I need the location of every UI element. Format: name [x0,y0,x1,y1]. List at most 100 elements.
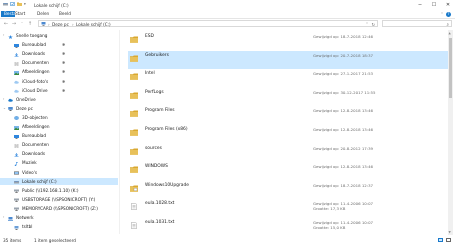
nav-item[interactable]: MEMORYCARD (\\SPSONICROFT) (Z:) [0,205,118,212]
nav-item-label: USBSTORAGE (\\SPSONICROFT) (Y:) [22,196,96,202]
nav-item[interactable]: Afbeeldingen [0,123,118,130]
file-meta: Gewijzigd op: 27-1-2017 21:53 [313,71,373,76]
address-dropdown-icon[interactable]: ˅ [366,22,368,27]
nav-item[interactable]: Bureaublad ✱ [0,41,118,48]
search-icon: ⌕ [446,22,449,28]
nav-item[interactable]: › OneDrive [0,96,118,103]
nav-item-label: Snelle toegang [16,33,48,38]
nav-item[interactable]: USBSTORAGE (\\SPSONICROFT) (Y:) [0,196,118,203]
nav-item[interactable]: Public (\\192.168.1.10) (K:) [0,187,118,194]
maximize-button[interactable]: ☐ [427,0,441,10]
file-row[interactable]: PerfLogs Gewijzigd op: 30-12-2017 11:55 [128,88,450,106]
file-name: PerfLogs [145,89,164,95]
search-input[interactable]: ⌕ [382,20,452,28]
file-name: eula.1031.txt [145,220,175,225]
file-size: Grootte: 17,3 KB [313,206,346,212]
tab-home[interactable]: Start [12,11,28,17]
nav-item[interactable]: Documenten [0,141,118,148]
file-row[interactable]: WINDOWS Gewijzigd op: 12-8-2018 13:46 [128,162,450,180]
back-button[interactable]: ← [3,21,9,27]
nav-item-label: iCloud Drive [22,87,48,93]
nav-item[interactable]: tsltbl [0,223,118,230]
drive-icon [3,3,8,6]
nav-item[interactable]: Afbeeldingen ✱ [0,68,118,75]
ribbon-expand-icon[interactable]: ˅ [441,12,443,17]
help-icon[interactable]: ? [446,11,451,17]
large-icons-view-button[interactable] [446,237,451,242]
details-view-button[interactable] [438,237,443,242]
file-row[interactable]: Program Files Gewijzigd op: 12-8-2018 13:… [128,106,450,124]
new-folder-icon[interactable] [17,2,22,6]
nav-item[interactable]: › Snelle toegang [0,32,118,39]
breadcrumb-local-disk[interactable]: Lokale schijf (C:) [76,22,111,27]
file-row[interactable]: eula.1028.txt Gewijzigd op: 11-4-2006 10:… [128,199,450,217]
file-row[interactable]: Windows10Upgrade Gewijzigd op: 18-7-2018 … [128,181,450,199]
expand-arrow-icon[interactable]: ⌄ [3,105,6,112]
refresh-icon[interactable]: ↻ [372,22,375,27]
vertical-scrollbar[interactable]: ▲ ▼ [448,30,453,235]
file-meta: Gewijzigd op: 20-7-2018 18:37 [313,53,373,58]
forward-button[interactable]: → [11,21,17,27]
file-row[interactable]: ESD Gewijzigd op: 18-7-2018 12:46 [128,32,450,50]
nav-item-label: Afbeeldingen [22,124,50,129]
pictures-icon [14,125,19,130]
expand-arrow-icon[interactable]: › [3,96,4,103]
nav-item[interactable]: Downloads ✱ [0,50,118,57]
title-bar: ▾ Lokale schijf (C:) ─ ☐ ✕ [0,0,455,10]
file-name: WINDOWS [145,164,168,170]
file-row[interactable]: Intel Gewijzigd op: 27-1-2017 21:53 [128,69,450,87]
customize-toolbar-icon[interactable]: ▾ [24,2,26,6]
file-row[interactable]: sources Gewijzigd op: 20-8-2012 17:39 [128,144,450,162]
recent-locations-button[interactable]: ˅ [19,21,25,27]
file-name: eula.1028.txt [145,201,175,207]
modified-date: Gewijzigd op: 12-8-2018 13:46 [313,127,374,132]
minimize-button[interactable]: ─ [413,0,427,10]
nav-item[interactable]: 3D-objecten [0,114,118,121]
nav-item[interactable]: iCloud Drive ✱ [0,87,118,94]
cloud-photo-icon [14,79,19,84]
nav-item[interactable]: iCloud-foto's ✱ [0,78,118,85]
scroll-up-icon[interactable]: ▲ [449,31,451,35]
address-bar[interactable]: › Deze pc › Lokale schijf (C:) ˅ ↻ [38,20,378,27]
nav-item[interactable]: Documenten ✱ [0,59,118,66]
tab-view[interactable]: Beeld [56,11,74,17]
document-icon [14,143,19,148]
nav-item[interactable]: Bureaublad [0,132,118,139]
nav-item[interactable]: ⌄ Deze pc [0,105,118,112]
breadcrumb-separator: › [72,21,74,27]
scrollbar-thumb[interactable] [449,38,452,98]
breadcrumb-separator: › [48,21,50,27]
file-row[interactable]: eula.1031.txt Gewijzigd op: 11-4-2006 10:… [128,218,450,236]
nav-item-label: 3D-objecten [22,114,48,120]
nav-item[interactable]: Video's [0,169,118,176]
expand-arrow-icon[interactable]: › [3,214,4,221]
nav-item[interactable]: Downloads [0,150,118,157]
nav-item[interactable]: Lokale schijf (C:) [0,177,118,185]
file-name: Program Files (x86) [145,127,188,132]
modified-date: Gewijzigd op: 27-1-2017 21:53 [313,71,374,77]
network-drive-icon [14,188,19,194]
pictures-icon [14,70,19,75]
file-row[interactable]: Gebruikers Gewijzigd op: 20-7-2018 18:37 [128,50,450,69]
file-meta: Gewijzigd op: 30-12-2017 11:55 [313,90,376,95]
up-button[interactable]: ↑ [27,21,33,27]
tab-share[interactable]: Delen [34,11,52,17]
pin-icon: ✱ [62,51,66,57]
file-row[interactable]: Program Files (x86) Gewijzigd op: 12-8-20… [128,125,450,143]
folder-icon [130,55,138,62]
close-button[interactable]: ✕ [441,0,455,10]
nav-item[interactable]: Muziek [0,159,118,166]
file-name: Intel [145,71,155,77]
modified-date: Gewijzigd op: 12-8-2018 13:46 [313,164,374,170]
expand-arrow-icon[interactable]: › [3,32,4,39]
desktop-icon [14,43,19,48]
3d-objects-icon [14,115,19,121]
properties-icon[interactable] [10,2,15,6]
file-meta: Gewijzigd op: 12-8-2018 13:46 [313,164,373,169]
nav-item-label: Downloads [22,151,45,157]
nav-item[interactable]: › Netwerk [0,214,118,221]
scroll-down-icon[interactable]: ▼ [449,230,451,234]
modified-date: Gewijzigd op: 20-8-2012 17:39 [313,145,374,151]
nav-item-label: OneDrive [16,96,36,102]
breadcrumb-this-pc[interactable]: Deze pc [52,22,69,27]
